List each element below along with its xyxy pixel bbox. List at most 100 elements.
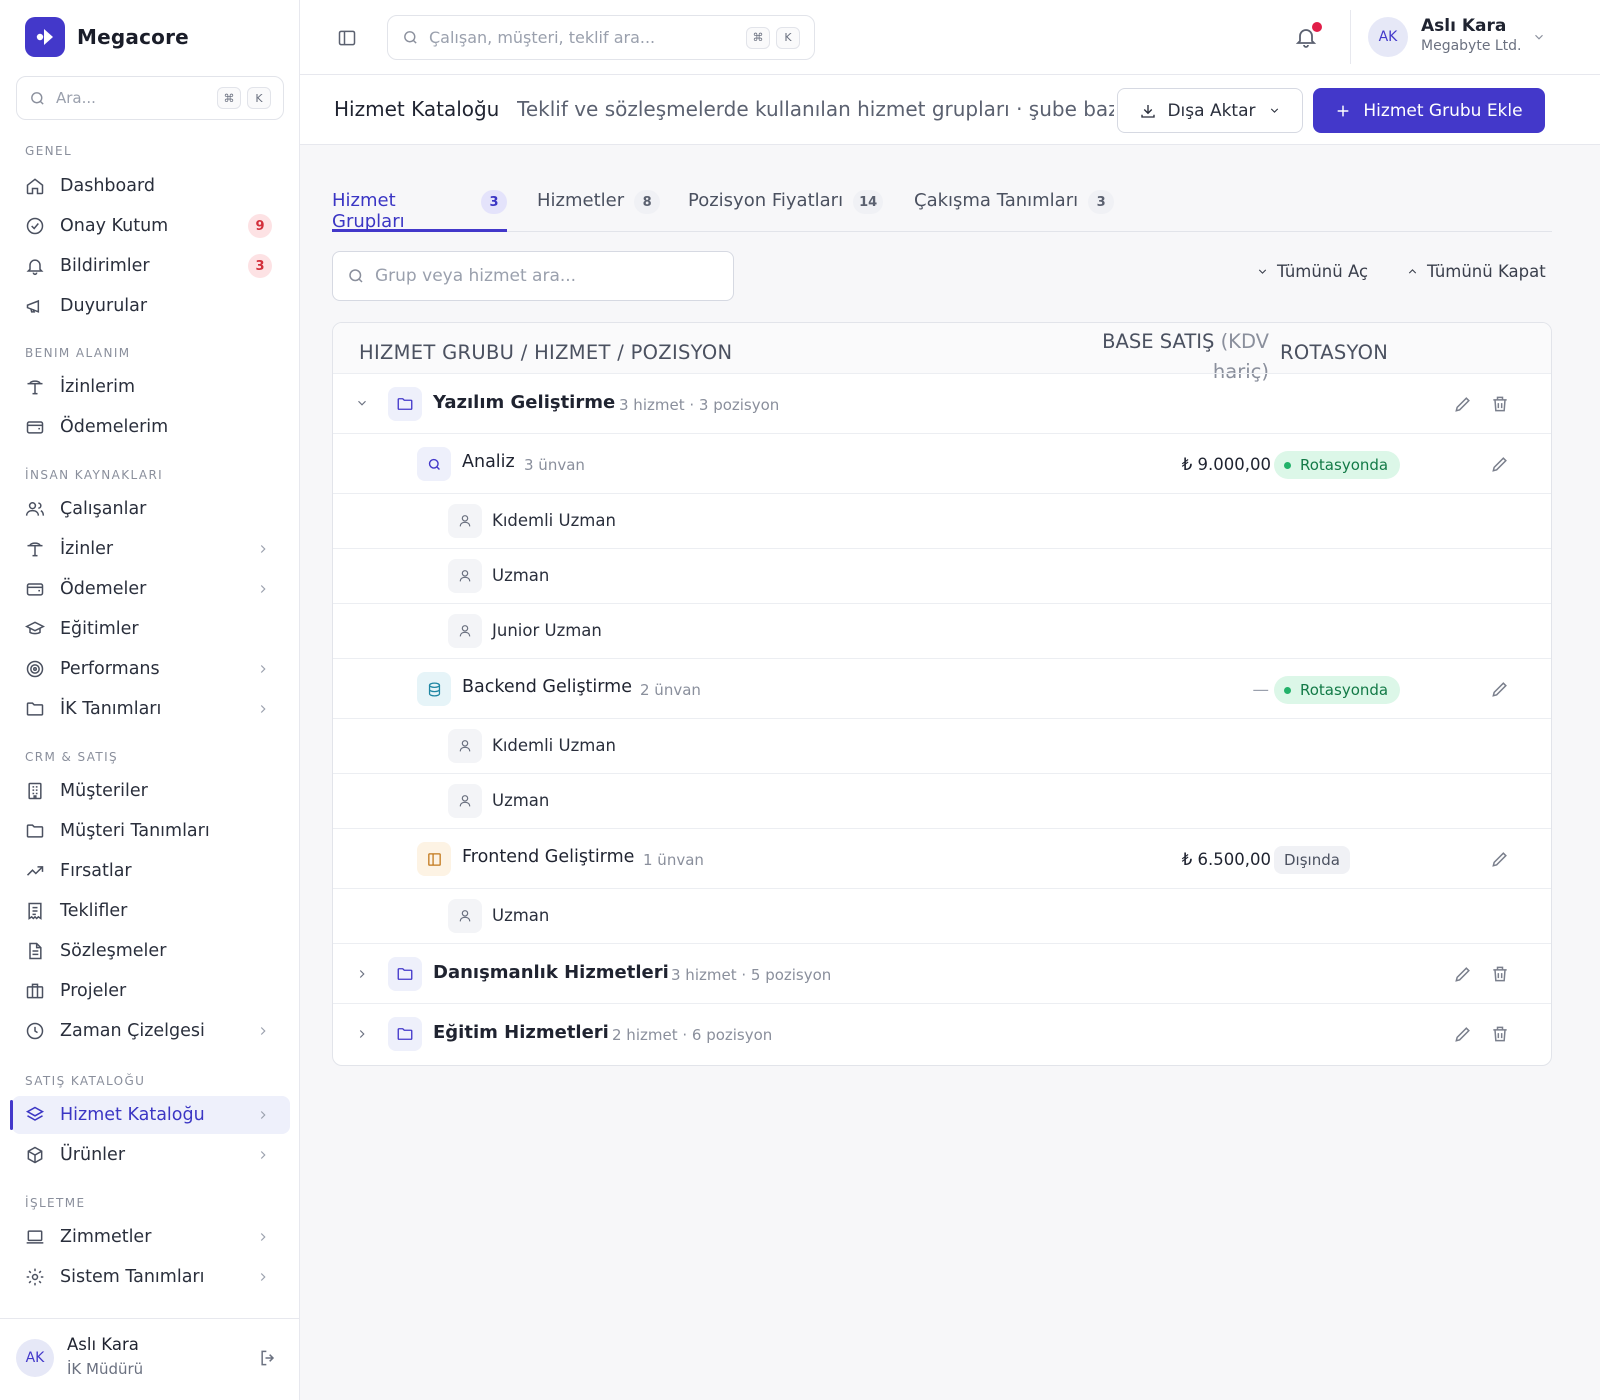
chevron-right-icon xyxy=(256,582,270,596)
sidebar-item-label: Bildirimler xyxy=(60,256,150,276)
expand-all-label: Tümünü Aç xyxy=(1277,262,1369,281)
sidebar-item-duyurular[interactable]: Duyurular xyxy=(12,287,290,325)
chevron-right-icon[interactable] xyxy=(355,1027,369,1041)
trash-icon[interactable] xyxy=(1490,1024,1512,1046)
plus-icon xyxy=(1335,103,1351,119)
global-search[interactable]: Çalışan, müşteri, teklif ara... ⌘ K xyxy=(387,15,815,60)
chevron-right-icon xyxy=(256,1148,270,1162)
sidebar-item-musteriler[interactable]: Müşteriler xyxy=(12,772,290,810)
expand-all-button[interactable]: Tümünü Aç xyxy=(1256,262,1368,281)
table-row-service[interactable]: Backend Geliştirme 2 ünvan — Rotasyonda xyxy=(333,658,1551,718)
chevron-right-icon[interactable] xyxy=(355,967,369,981)
sidebar-item-projeler[interactable]: Projeler xyxy=(12,972,290,1010)
tab-pozisyon-fiyatlari[interactable]: Pozisyon Fiyatları 14 xyxy=(688,182,884,232)
user-name: Aslı Kara xyxy=(1421,16,1507,36)
table-row-position[interactable]: Kıdemli Uzman xyxy=(333,493,1551,548)
sidebar-item-izinler[interactable]: İzinler xyxy=(12,530,290,568)
position-name: Uzman xyxy=(492,791,550,810)
table-row-service[interactable]: Frontend Geliştirme 1 ünvan ₺ 6.500,00 D… xyxy=(333,828,1551,888)
sidebar-user-footer: AK Aslı Kara İK Müdürü xyxy=(0,1318,300,1400)
topbar: Çalışan, müşteri, teklif ara... ⌘ K AK A… xyxy=(300,0,1600,75)
sidebar-item-odemelerim[interactable]: Ödemelerim xyxy=(12,408,290,446)
briefcase-icon xyxy=(25,981,45,1001)
sidebar-item-zimmetler[interactable]: Zimmetler xyxy=(12,1218,290,1256)
trash-icon[interactable] xyxy=(1490,964,1512,986)
home-icon xyxy=(25,176,45,196)
edit-icon[interactable] xyxy=(1453,964,1475,986)
count-badge: 3 xyxy=(248,254,272,278)
edit-icon[interactable] xyxy=(1490,849,1512,871)
global-search-placeholder: Çalışan, müşteri, teklif ara... xyxy=(429,28,656,47)
sidebar-item-label: İzinlerim xyxy=(60,377,136,397)
sidebar-item-egitimler[interactable]: Eğitimler xyxy=(12,610,290,648)
section-title-benim-alanim: BENIM ALANIM xyxy=(25,346,131,360)
user-company: Megabyte Ltd. xyxy=(1421,38,1522,54)
sidebar-item-hizmet-katalogu[interactable]: Hizmet Kataloğu xyxy=(10,1096,290,1134)
sidebar: Megacore Ara... ⌘ K GENEL Dashboard Onay… xyxy=(0,0,300,1400)
edit-icon[interactable] xyxy=(1453,394,1475,416)
chevron-up-icon xyxy=(1406,265,1419,278)
user-name: Aslı Kara xyxy=(67,1335,139,1354)
tab-hizmet-gruplari[interactable]: Hizmet Grupları 3 xyxy=(332,182,507,232)
sidebar-item-label: Eğitimler xyxy=(60,619,139,639)
check-circle-icon xyxy=(25,216,45,236)
trash-icon[interactable] xyxy=(1490,394,1512,416)
sidebar-item-calisanlar[interactable]: Çalışanlar xyxy=(12,490,290,528)
service-meta: 3 ünvan xyxy=(524,456,585,474)
table-row-position[interactable]: Kıdemli Uzman xyxy=(333,718,1551,773)
tab-cakisma-tanimlari[interactable]: Çakışma Tanımları 3 xyxy=(914,182,1115,232)
sidebar-item-teklifler[interactable]: Teklifler xyxy=(12,892,290,930)
group-search-input[interactable]: Grup veya hizmet ara... xyxy=(332,251,734,301)
sidebar-item-performans[interactable]: Performans xyxy=(12,650,290,688)
chevron-right-icon xyxy=(256,702,270,716)
receipt-icon xyxy=(25,901,45,921)
table-row-position[interactable]: Uzman xyxy=(333,548,1551,603)
sidebar-item-onay-kutum[interactable]: Onay Kutum 9 xyxy=(12,207,290,245)
table-row-position[interactable]: Junior Uzman xyxy=(333,603,1551,658)
group-meta: 3 hizmet · 3 pozisyon xyxy=(619,396,780,414)
base-price: ₺ 9.000,00 xyxy=(1181,455,1271,474)
table-row-group[interactable]: Danışmanlık Hizmetleri 3 hizmet · 5 pozi… xyxy=(333,943,1551,1003)
edit-icon[interactable] xyxy=(1490,679,1512,701)
sidebar-item-urunler[interactable]: Ürünler xyxy=(12,1136,290,1174)
add-service-group-button[interactable]: Hizmet Grubu Ekle xyxy=(1313,88,1545,133)
edit-icon[interactable] xyxy=(1490,454,1512,476)
sidebar-item-bildirimler[interactable]: Bildirimler 3 xyxy=(12,247,290,285)
rotation-status-label: Rotasyonda xyxy=(1300,681,1389,699)
user-icon xyxy=(448,504,482,538)
service-name: Analiz xyxy=(462,452,515,472)
sidebar-item-label: Çalışanlar xyxy=(60,499,147,519)
tab-label: Çakışma Tanımları xyxy=(914,190,1079,211)
sidebar-item-zaman-cizelgesi[interactable]: Zaman Çizelgesi xyxy=(12,1012,290,1050)
section-title-satis-katalogu: SATIŞ KATALOĞU xyxy=(25,1074,146,1088)
sidebar-item-firsatlar[interactable]: Fırsatlar xyxy=(12,852,290,890)
logout-icon[interactable] xyxy=(258,1348,278,1368)
chevron-down-icon[interactable] xyxy=(355,396,369,410)
sidebar-item-dashboard[interactable]: Dashboard xyxy=(12,167,290,205)
sidebar-search-placeholder: Ara... xyxy=(56,89,96,107)
sidebar-item-label: İK Tanımları xyxy=(60,699,162,719)
sidebar-item-izinlerim[interactable]: İzinlerim xyxy=(12,368,290,406)
collapse-all-button[interactable]: Tümünü Kapat xyxy=(1406,262,1546,281)
table-row-service[interactable]: Analiz 3 ünvan ₺ 9.000,00 Rotasyonda xyxy=(333,433,1551,493)
export-button[interactable]: Dışa Aktar xyxy=(1117,88,1303,133)
sidebar-item-sistem-tanimlari[interactable]: Sistem Tanımları xyxy=(12,1258,290,1296)
sidebar-item-odemeler[interactable]: Ödemeler xyxy=(12,570,290,608)
sidebar-item-ik-tanimlari[interactable]: İK Tanımları xyxy=(12,690,290,728)
sidebar-item-sozlesmeler[interactable]: Sözleşmeler xyxy=(12,932,290,970)
table-row-group[interactable]: Yazılım Geliştirme 3 hizmet · 3 pozisyon xyxy=(333,373,1551,433)
table-row-position[interactable]: Uzman xyxy=(333,773,1551,828)
table-row-group[interactable]: Eğitim Hizmetleri 2 hizmet · 6 pozisyon xyxy=(333,1003,1551,1065)
avatar[interactable]: AK xyxy=(16,1339,54,1377)
chevron-down-icon xyxy=(1256,265,1269,278)
sidebar-item-label: Ürünler xyxy=(60,1145,126,1165)
user-icon xyxy=(448,614,482,648)
table-row-position[interactable]: Uzman xyxy=(333,888,1551,943)
sidebar-toggle-icon[interactable] xyxy=(337,28,357,48)
sidebar-item-label: Onay Kutum xyxy=(60,216,169,236)
sidebar-search[interactable]: Ara... ⌘ K xyxy=(16,76,284,120)
brand[interactable]: Megacore xyxy=(25,17,189,57)
sidebar-item-musteri-tanimlari[interactable]: Müşteri Tanımları xyxy=(12,812,290,850)
edit-icon[interactable] xyxy=(1453,1024,1475,1046)
tab-hizmetler[interactable]: Hizmetler 8 xyxy=(537,182,661,232)
